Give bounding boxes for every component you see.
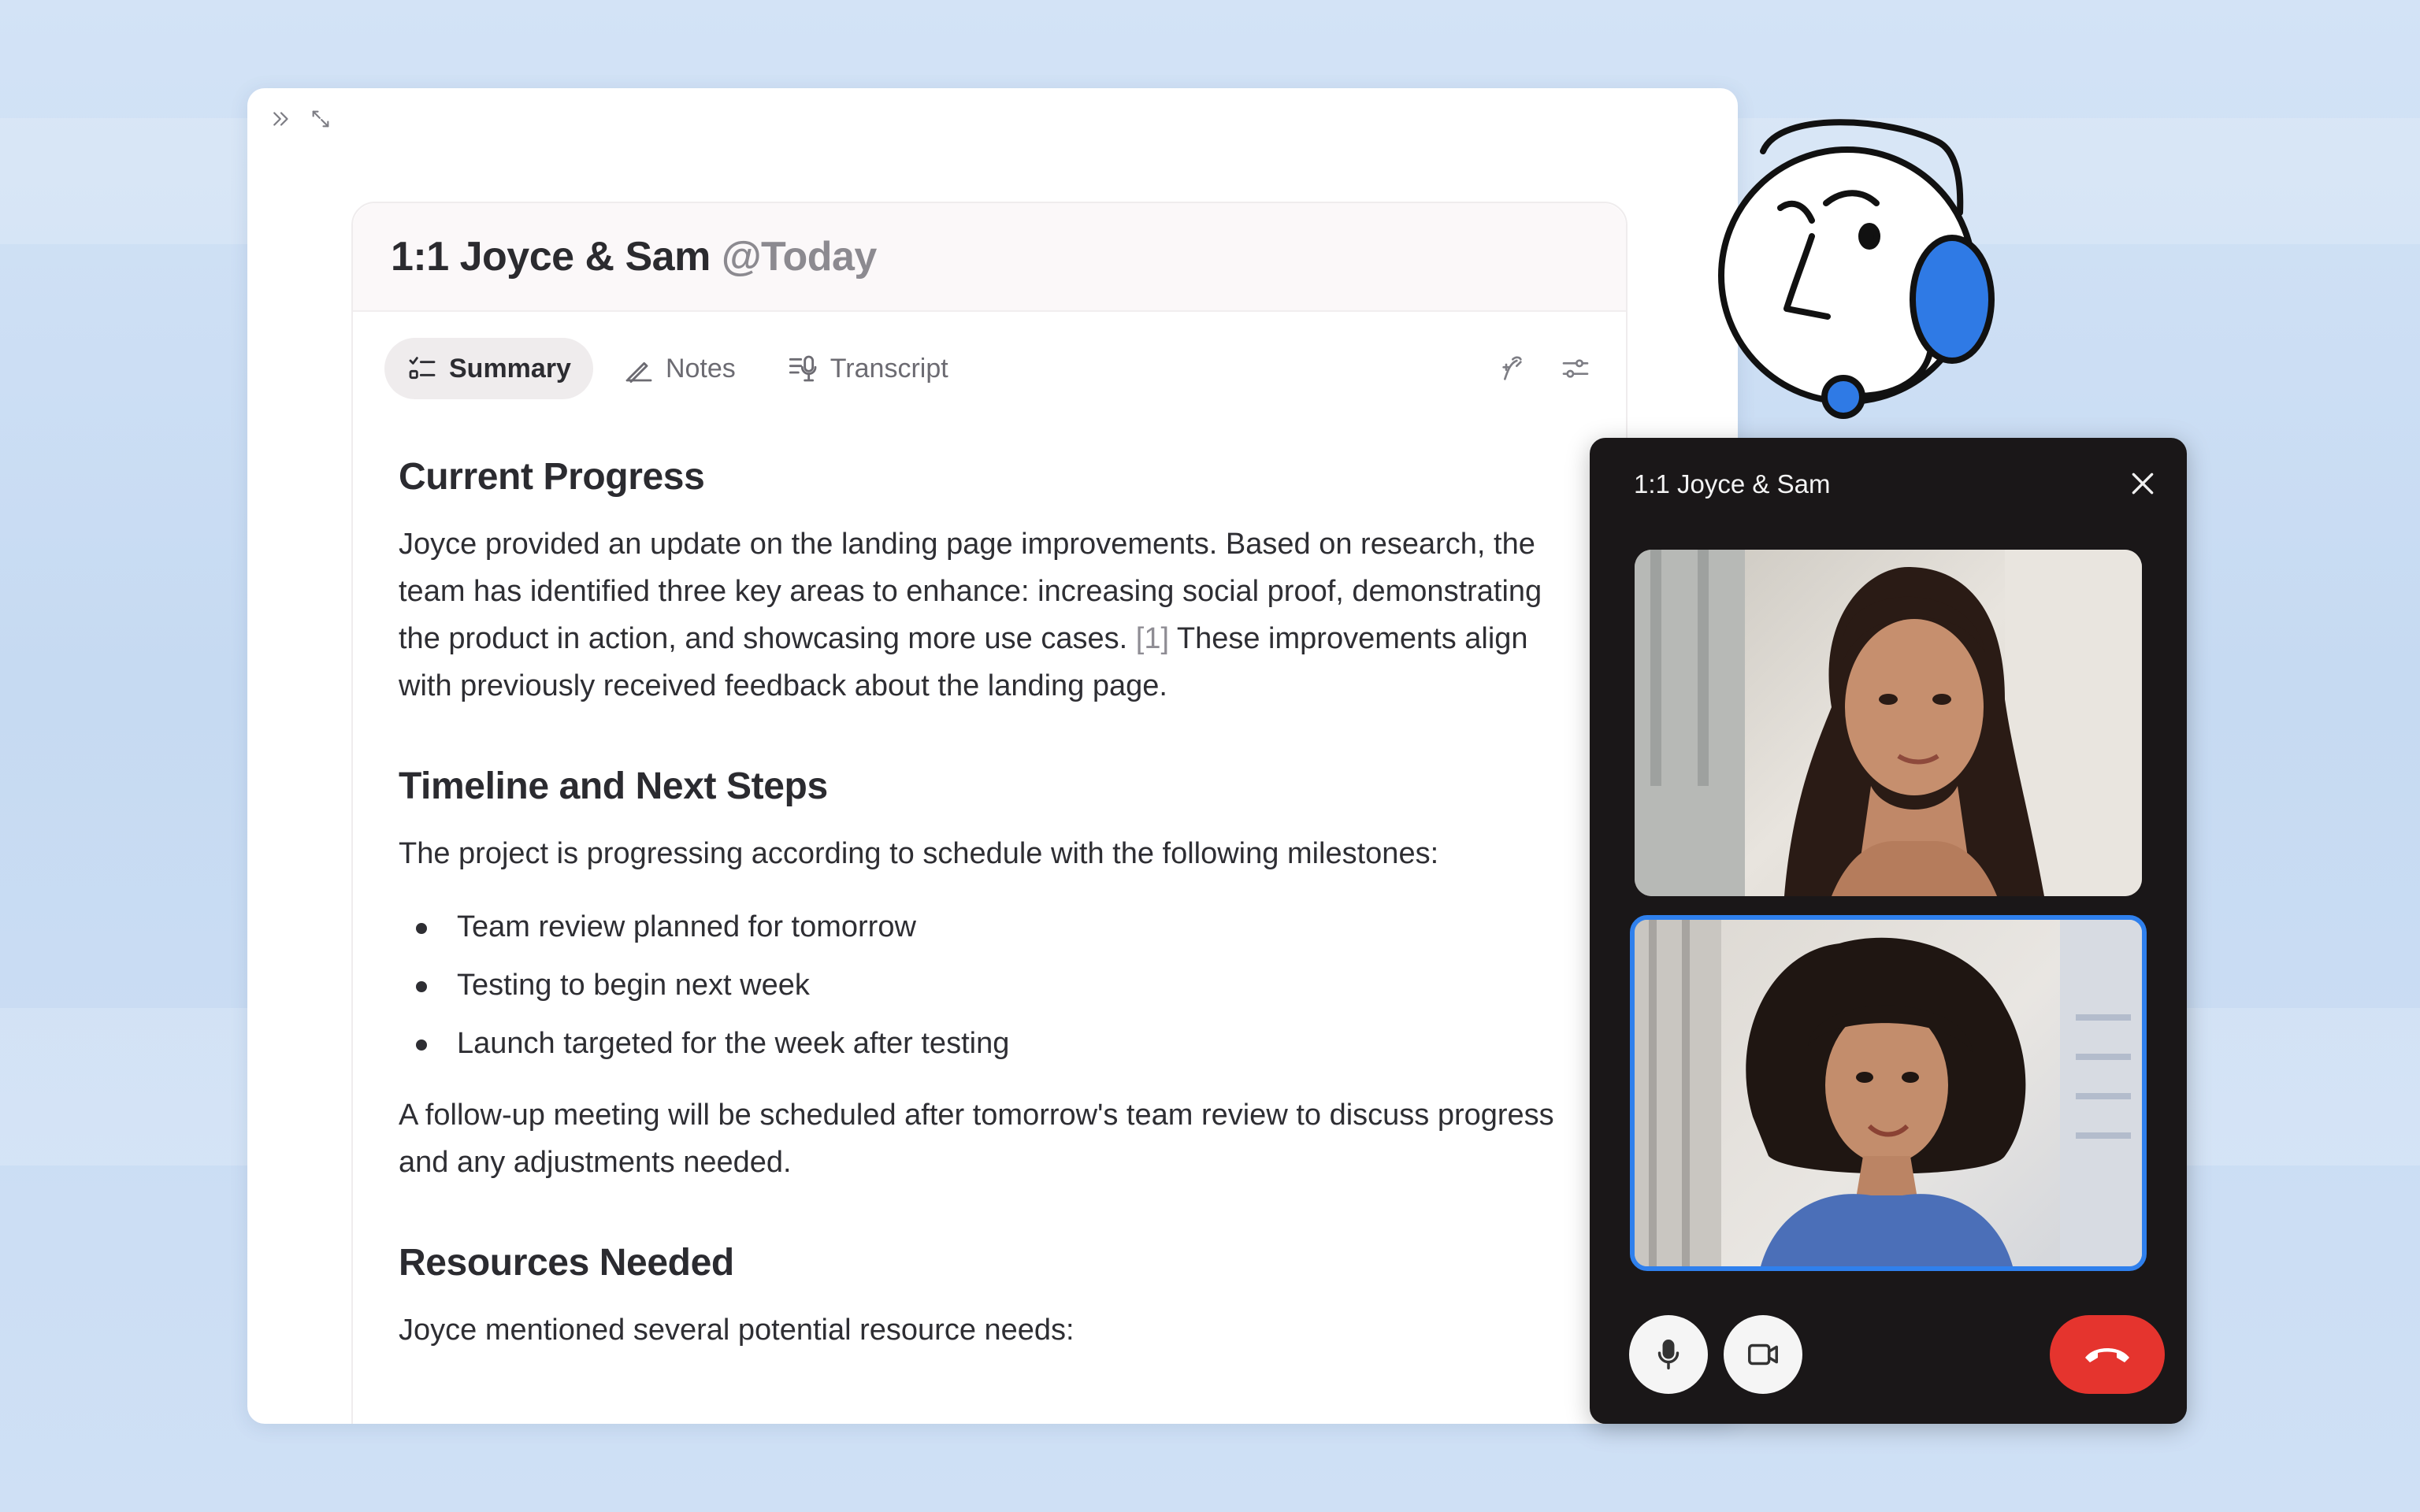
camera-button[interactable]	[1724, 1315, 1802, 1394]
timeline-intro: The project is progressing according to …	[399, 837, 1439, 870]
tab-notes-label: Notes	[665, 353, 736, 384]
tab-transcript-label: Transcript	[830, 353, 948, 384]
sliders-icon[interactable]	[1557, 350, 1594, 387]
section-heading-current-progress: Current Progress	[399, 456, 705, 498]
chevrons-right-icon[interactable]	[268, 106, 295, 132]
pen-icon	[625, 361, 652, 384]
summary-tools	[1495, 350, 1594, 387]
end-call-button[interactable]	[2050, 1315, 2165, 1394]
date-mention[interactable]: @Today	[722, 233, 877, 280]
checklist-icon	[409, 357, 436, 380]
citation-link[interactable]: [1]	[1136, 622, 1169, 655]
regenerate-icon[interactable]	[1495, 350, 1533, 387]
video-call-panel: 1:1 Joyce & Sam	[1590, 438, 2187, 1424]
panel-controls	[268, 106, 334, 132]
headset-face-mascot	[1694, 102, 2001, 425]
tab-summary-label: Summary	[449, 353, 571, 384]
collapse-arrows-icon[interactable]	[307, 106, 334, 132]
microphone-icon	[1657, 1340, 1680, 1369]
participant-2-video[interactable]	[1630, 915, 2147, 1271]
section-heading-timeline: Timeline and Next Steps	[399, 765, 828, 807]
tab-transcript[interactable]: Transcript	[766, 338, 971, 399]
call-controls	[1629, 1315, 2165, 1394]
video-camera-icon	[1748, 1343, 1778, 1366]
phone-hangup-icon	[2085, 1348, 2129, 1362]
transcript-mic-icon	[789, 355, 817, 382]
mute-button[interactable]	[1629, 1315, 1708, 1394]
view-tabs: Summary Notes Transcript	[384, 337, 1594, 400]
summary-content: Current Progress Joyce provided an updat…	[399, 455, 1564, 1354]
followup-paragraph: A follow-up meeting will be scheduled af…	[399, 1099, 1554, 1179]
participant-1-video[interactable]	[1635, 550, 2142, 896]
meeting-title: 1:1 Joyce & Sam @Today	[353, 203, 1626, 312]
summary-document: 1:1 Joyce & Sam @Today Summary Notes Tra…	[351, 202, 1628, 1424]
milestone-list: Team review planned for tomorrow Testing…	[399, 898, 1564, 1073]
current-progress-paragraph: Joyce provided an update on the landing …	[399, 521, 1564, 710]
tab-notes[interactable]: Notes	[601, 338, 758, 399]
list-item: Launch targeted for the week after testi…	[399, 1014, 1564, 1073]
list-item: Team review planned for tomorrow	[399, 898, 1564, 956]
section-heading-resources: Resources Needed	[399, 1242, 734, 1284]
meeting-title-text: 1:1 Joyce & Sam	[391, 234, 711, 280]
tab-summary[interactable]: Summary	[384, 338, 593, 399]
resources-intro: Joyce mentioned several potential resour…	[399, 1314, 1075, 1347]
call-title: 1:1 Joyce & Sam	[1634, 469, 1831, 498]
list-item: Testing to begin next week	[399, 956, 1564, 1014]
meeting-notes-panel: 1:1 Joyce & Sam @Today Summary Notes Tra…	[247, 88, 1738, 1424]
close-icon[interactable]	[2127, 468, 2158, 499]
